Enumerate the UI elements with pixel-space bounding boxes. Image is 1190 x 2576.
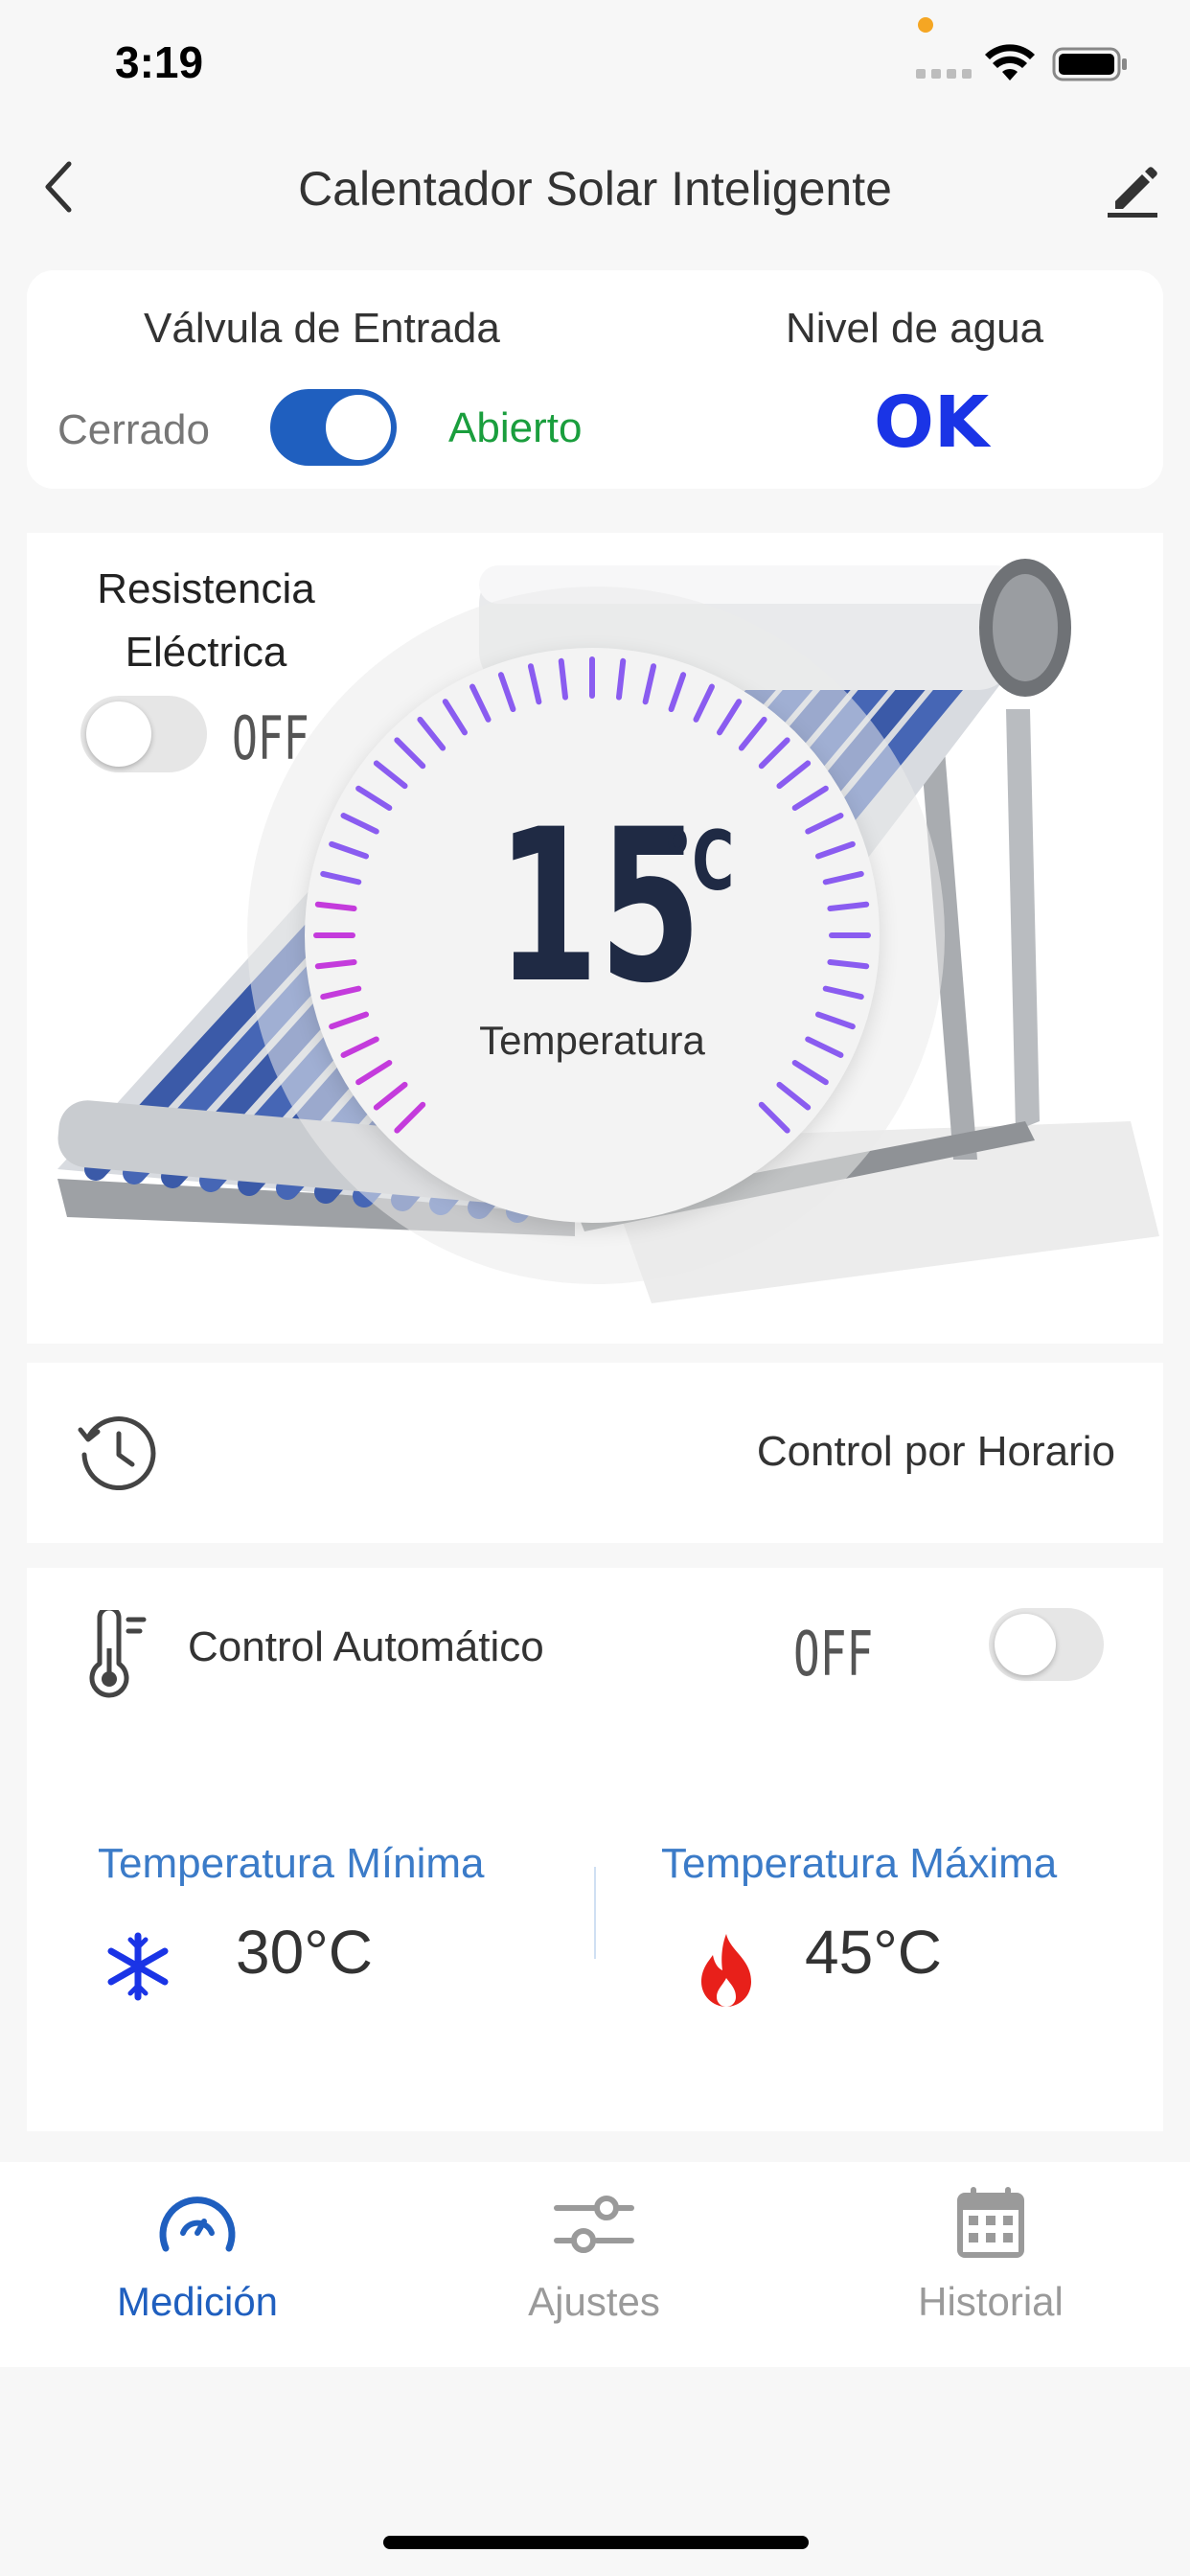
gauge-icon <box>159 2196 236 2252</box>
dial-tick <box>320 870 362 886</box>
tab-label: Ajustes <box>528 2279 660 2324</box>
dial-tick <box>442 699 468 736</box>
min-temp-title: Temperatura Mínima <box>98 1840 485 1887</box>
dial-tick <box>758 1101 790 1134</box>
dial-tick <box>394 737 426 770</box>
dial-tick <box>822 985 864 1000</box>
home-indicator <box>383 2536 809 2549</box>
valve-toggle[interactable] <box>270 389 397 466</box>
resistance-toggle[interactable] <box>80 696 207 772</box>
dial-tick <box>668 672 687 713</box>
dial-tick <box>758 737 790 770</box>
dial-tick <box>355 1060 393 1086</box>
privacy-indicator-dot <box>918 17 933 33</box>
dial-tick <box>615 657 627 701</box>
min-temp-value[interactable]: 30°C <box>236 1917 373 1988</box>
cellular-signal-icon <box>916 69 972 80</box>
valve-title: Válvula de Entrada <box>144 305 500 352</box>
dial-tick <box>314 901 357 912</box>
dial-tick <box>329 840 370 860</box>
schedule-label: Control por Horario <box>756 1428 1115 1475</box>
dial-tick <box>776 760 812 790</box>
chevron-left-icon <box>45 161 72 213</box>
dial-tick <box>320 985 362 1000</box>
sliders-icon <box>554 2196 634 2253</box>
dial-tick <box>717 699 743 736</box>
calendar-icon <box>957 2187 1024 2258</box>
status-time: 3:19 <box>115 37 204 87</box>
tab-label: Medición <box>116 2279 279 2324</box>
dial-tick <box>417 716 446 751</box>
pencil-icon[interactable] <box>1102 159 1163 220</box>
wifi-icon <box>985 44 1035 80</box>
resistance-label-line1: Resistencia <box>97 565 315 612</box>
snowflake-icon <box>107 1932 169 2001</box>
dial-tick <box>469 683 492 723</box>
temperature-label: Temperatura <box>479 1018 705 1063</box>
max-temp-value[interactable]: 45°C <box>805 1917 942 1988</box>
water-level-title: Nivel de agua <box>786 305 1044 352</box>
toggle-knob <box>326 395 391 460</box>
tab-historial[interactable]: Historial <box>847 2185 1134 2325</box>
divider <box>594 1867 596 1959</box>
tab-label: Historial <box>918 2279 1064 2324</box>
thermometer-icon <box>89 1610 147 1698</box>
dial-tick <box>373 1081 408 1111</box>
toggle-knob <box>995 1614 1056 1675</box>
dial-tick <box>814 1011 856 1030</box>
dial-tick <box>340 813 379 835</box>
auto-control-state: OFF <box>793 1620 874 1690</box>
valve-closed-label: Cerrado <box>57 406 210 453</box>
dial-tick <box>373 760 408 790</box>
auto-control-label: Control Automático <box>188 1623 544 1670</box>
tab-medicion[interactable]: Medición <box>54 2185 341 2325</box>
page-title: Calentador Solar Inteligente <box>298 162 892 216</box>
resistance-label: Resistencia Eléctrica <box>86 558 326 684</box>
max-temp-title: Temperatura Máxima <box>661 1840 1058 1887</box>
dial-tick <box>558 657 569 701</box>
water-level-value: OK <box>874 381 990 464</box>
dial-tick <box>329 1011 370 1030</box>
dial-tick <box>827 901 870 912</box>
dial-tick <box>805 1036 844 1058</box>
battery-icon <box>1052 47 1127 81</box>
dial-tick <box>527 663 542 705</box>
dial-tick <box>738 716 767 751</box>
dial-tick <box>791 785 829 811</box>
dial-tick <box>314 958 357 970</box>
dial-tick <box>791 1060 829 1086</box>
dial-tick <box>642 663 657 705</box>
dial-tick <box>805 813 844 835</box>
tab-ajustes[interactable]: Ajustes <box>450 2185 738 2325</box>
dial-tick <box>693 683 715 723</box>
dial-tick <box>340 1036 379 1058</box>
clock-icon <box>78 1416 156 1491</box>
back-button[interactable] <box>34 153 82 220</box>
toggle-knob <box>86 702 151 767</box>
auto-control-toggle[interactable] <box>989 1608 1104 1681</box>
valve-open-label: Abierto <box>448 404 583 451</box>
temperature-unit: °C <box>663 814 735 909</box>
dial-tick <box>827 958 870 970</box>
valve-card <box>27 270 1163 489</box>
resistance-label-line2: Eléctrica <box>125 629 287 676</box>
dial-tick <box>776 1081 812 1111</box>
dial-tick <box>394 1101 426 1134</box>
dial-tick <box>355 785 393 811</box>
dial-tick <box>497 672 516 713</box>
fire-icon <box>701 1934 751 2007</box>
dial-tick <box>814 840 856 860</box>
dial-tick <box>822 870 864 886</box>
